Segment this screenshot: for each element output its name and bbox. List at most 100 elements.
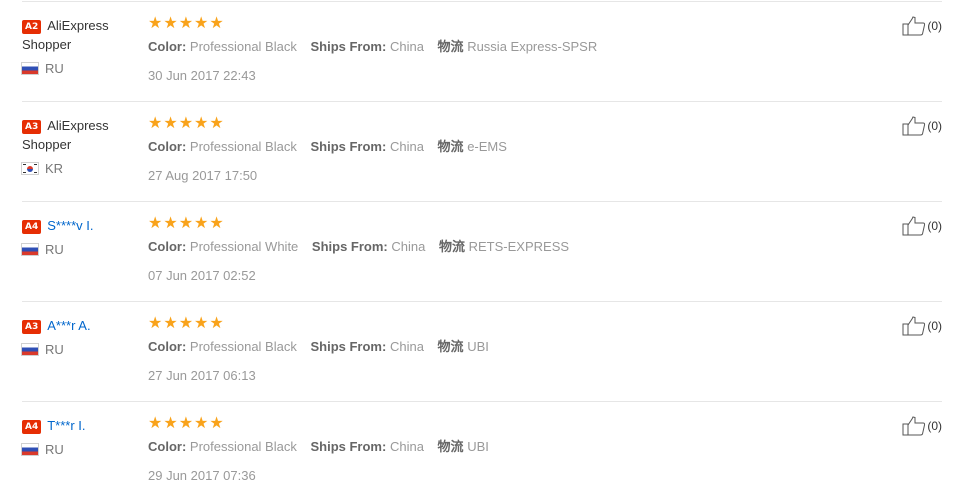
ships-from-value: China <box>389 339 424 354</box>
country-code: KR <box>45 161 64 176</box>
ships-from-value: China <box>389 139 424 154</box>
logistics-label: 物流 <box>437 139 464 154</box>
ships-from-property: Ships From: China <box>310 138 423 156</box>
color-label: Color: <box>148 139 187 154</box>
buyer-name-link[interactable]: S****v I. <box>47 218 93 233</box>
buyer-name-line: A3 A***r A. <box>22 316 140 335</box>
buyer-level-badge: A2 <box>22 20 42 34</box>
feedback-list: A2 AliExpress Shopper RU ★ ★ ★ ★ ★ Color:… <box>0 2 967 501</box>
color-property: Color: Professional Black <box>148 338 297 356</box>
feedback-date: 27 Jun 2017 06:13 <box>148 368 256 383</box>
star-icon: ★ <box>194 13 209 32</box>
color-value: Professional Black <box>189 339 297 354</box>
country-code: RU <box>45 242 64 257</box>
star-icon: ★ <box>194 313 209 332</box>
order-properties: Color: Professional Black Ships From: Ch… <box>148 138 848 156</box>
russia-flag-icon <box>22 63 38 74</box>
helpful-count: (0) <box>927 319 942 333</box>
buyer-name-line: A3 AliExpress Shopper <box>22 116 140 154</box>
star-icon: ★ <box>209 213 224 232</box>
feedback-item: A2 AliExpress Shopper RU ★ ★ ★ ★ ★ Color:… <box>22 2 942 102</box>
feedback-item: A4 S****v I. RU ★ ★ ★ ★ ★ Color: Professi… <box>22 202 942 302</box>
buyer-country: RU <box>22 242 140 258</box>
star-icon: ★ <box>163 213 178 232</box>
south-korea-flag-icon <box>22 163 38 174</box>
thumbs-up-icon <box>902 216 926 236</box>
star-icon: ★ <box>209 113 224 132</box>
helpful-count: (0) <box>927 219 942 233</box>
buyer-level-badge: A3 <box>22 320 42 334</box>
color-value: Professional Black <box>189 139 297 154</box>
star-icon: ★ <box>148 113 163 132</box>
ships-from-label: Ships From: <box>310 439 387 454</box>
feedback-date: 30 Jun 2017 22:43 <box>148 68 256 83</box>
star-rating: ★ ★ ★ ★ ★ <box>148 15 848 31</box>
helpful-button[interactable]: (0) <box>902 416 942 436</box>
buyer-info: A4 S****v I. RU <box>22 216 140 258</box>
feedback-date: 27 Aug 2017 17:50 <box>148 168 258 183</box>
order-properties: Color: Professional Black Ships From: Ch… <box>148 438 848 456</box>
ships-from-label: Ships From: <box>311 239 388 254</box>
star-rating: ★ ★ ★ ★ ★ <box>148 215 848 231</box>
ships-from-value: China <box>389 39 424 54</box>
buyer-info: A3 A***r A. RU <box>22 316 140 358</box>
star-rating: ★ ★ ★ ★ ★ <box>148 415 848 431</box>
logistics-label: 物流 <box>437 339 464 354</box>
feedback-item: A3 A***r A. RU ★ ★ ★ ★ ★ Color: Professio… <box>22 302 942 402</box>
star-icon: ★ <box>178 213 194 232</box>
star-icon: ★ <box>178 13 194 32</box>
ships-from-value: China <box>391 239 426 254</box>
ships-from-property: Ships From: China <box>310 438 423 456</box>
buyer-name-line: A4 T***r I. <box>22 416 140 435</box>
helpful-button[interactable]: (0) <box>902 16 942 36</box>
color-label: Color: <box>148 339 187 354</box>
logistics-property: 物流 e-EMS <box>438 138 507 156</box>
logistics-value: e-EMS <box>467 139 507 154</box>
order-properties: Color: Professional Black Ships From: Ch… <box>148 38 848 56</box>
buyer-country: RU <box>22 342 140 358</box>
color-property: Color: Professional Black <box>148 38 297 56</box>
helpful-button[interactable]: (0) <box>902 216 942 236</box>
logistics-value: RETS-EXPRESS <box>468 239 570 254</box>
logistics-property: 物流 Russia Express-SPSR <box>438 38 598 56</box>
star-icon: ★ <box>194 113 209 132</box>
buyer-info: A4 T***r I. RU <box>22 416 140 458</box>
star-icon: ★ <box>163 13 178 32</box>
russia-flag-icon <box>22 244 38 255</box>
order-properties: Color: Professional Black Ships From: Ch… <box>148 338 848 356</box>
buyer-name-link[interactable]: A***r A. <box>47 318 90 333</box>
star-icon: ★ <box>148 213 163 232</box>
buyer-name-link[interactable]: T***r I. <box>47 418 85 433</box>
color-value: Professional Black <box>189 39 297 54</box>
star-icon: ★ <box>148 413 163 432</box>
color-property: Color: Professional Black <box>148 438 297 456</box>
helpful-count: (0) <box>927 119 942 133</box>
star-icon: ★ <box>178 313 194 332</box>
logistics-property: 物流 UBI <box>438 338 489 356</box>
order-properties: Color: Professional White Ships From: Ch… <box>148 238 848 256</box>
star-rating: ★ ★ ★ ★ ★ <box>148 315 848 331</box>
ships-from-label: Ships From: <box>310 339 387 354</box>
feedback-content: ★ ★ ★ ★ ★ Color: Professional Black Ship… <box>148 115 848 184</box>
color-property: Color: Professional Black <box>148 138 297 156</box>
star-icon: ★ <box>194 213 209 232</box>
buyer-level-badge: A4 <box>22 420 42 434</box>
star-icon: ★ <box>209 313 224 332</box>
feedback-content: ★ ★ ★ ★ ★ Color: Professional Black Ship… <box>148 15 848 84</box>
country-code: RU <box>45 61 64 76</box>
feedback-date: 29 Jun 2017 07:36 <box>148 468 256 483</box>
helpful-button[interactable]: (0) <box>902 316 942 336</box>
buyer-info: A3 AliExpress Shopper KR <box>22 116 140 177</box>
star-icon: ★ <box>148 313 163 332</box>
feedback-content: ★ ★ ★ ★ ★ Color: Professional Black Ship… <box>148 415 848 484</box>
buyer-name-line: A2 AliExpress Shopper <box>22 16 140 54</box>
helpful-button[interactable]: (0) <box>902 116 942 136</box>
russia-flag-icon <box>22 444 38 455</box>
russia-flag-icon <box>22 344 38 355</box>
country-code: RU <box>45 342 64 357</box>
thumbs-up-icon <box>902 416 926 436</box>
color-value: Professional Black <box>189 439 297 454</box>
buyer-country: RU <box>22 61 140 77</box>
star-rating: ★ ★ ★ ★ ★ <box>148 115 848 131</box>
logistics-value: Russia Express-SPSR <box>467 39 598 54</box>
